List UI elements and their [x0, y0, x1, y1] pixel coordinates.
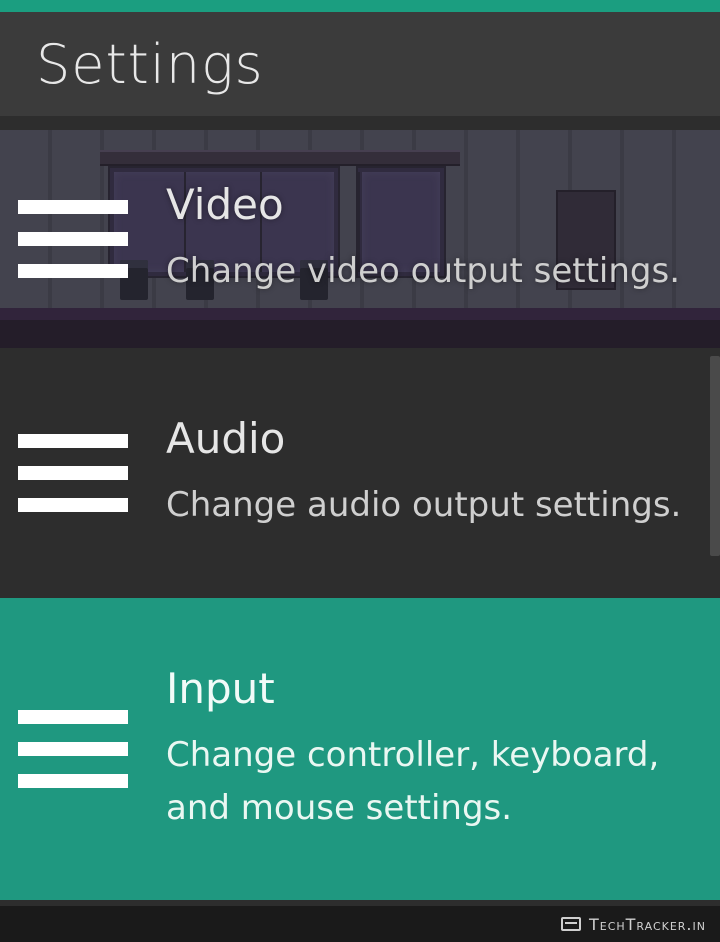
settings-item-video[interactable]: Video Change video output settings. — [0, 130, 720, 348]
scrollbar[interactable] — [710, 356, 720, 556]
icon-bar — [18, 742, 128, 756]
settings-item-audio[interactable]: Audio Change audio output settings. — [0, 348, 720, 598]
settings-item-desc: Change video output settings. — [166, 245, 696, 298]
hamburger-icon — [18, 710, 128, 788]
icon-bar — [18, 498, 128, 512]
watermark-text: TechTracker.in — [589, 915, 706, 934]
icon-bar — [18, 774, 128, 788]
settings-list: Video Change video output settings. Audi… — [0, 116, 720, 906]
watermark-icon — [561, 917, 581, 931]
page-title: Settings — [36, 33, 264, 96]
settings-item-input[interactable]: Input Change controller, keyboard, and m… — [0, 598, 720, 900]
icon-bar — [18, 434, 128, 448]
settings-item-text: Audio Change audio output settings. — [166, 414, 696, 532]
settings-item-desc: Change controller, keyboard, and mouse s… — [166, 729, 696, 834]
settings-item-title: Input — [166, 664, 696, 713]
icon-bar — [18, 710, 128, 724]
hamburger-icon — [18, 434, 128, 512]
icon-bar — [18, 264, 128, 278]
icon-bar — [18, 200, 128, 214]
settings-item-title: Audio — [166, 414, 696, 463]
icon-bar — [18, 232, 128, 246]
accent-strip — [0, 0, 720, 12]
settings-item-text: Video Change video output settings. — [166, 180, 696, 298]
hamburger-icon — [18, 200, 128, 278]
settings-item-title: Video — [166, 180, 696, 229]
footer-watermark: TechTracker.in — [0, 906, 720, 942]
icon-bar — [18, 466, 128, 480]
settings-item-desc: Change audio output settings. — [166, 479, 696, 532]
settings-header: Settings — [0, 12, 720, 116]
settings-item-text: Input Change controller, keyboard, and m… — [166, 664, 696, 834]
